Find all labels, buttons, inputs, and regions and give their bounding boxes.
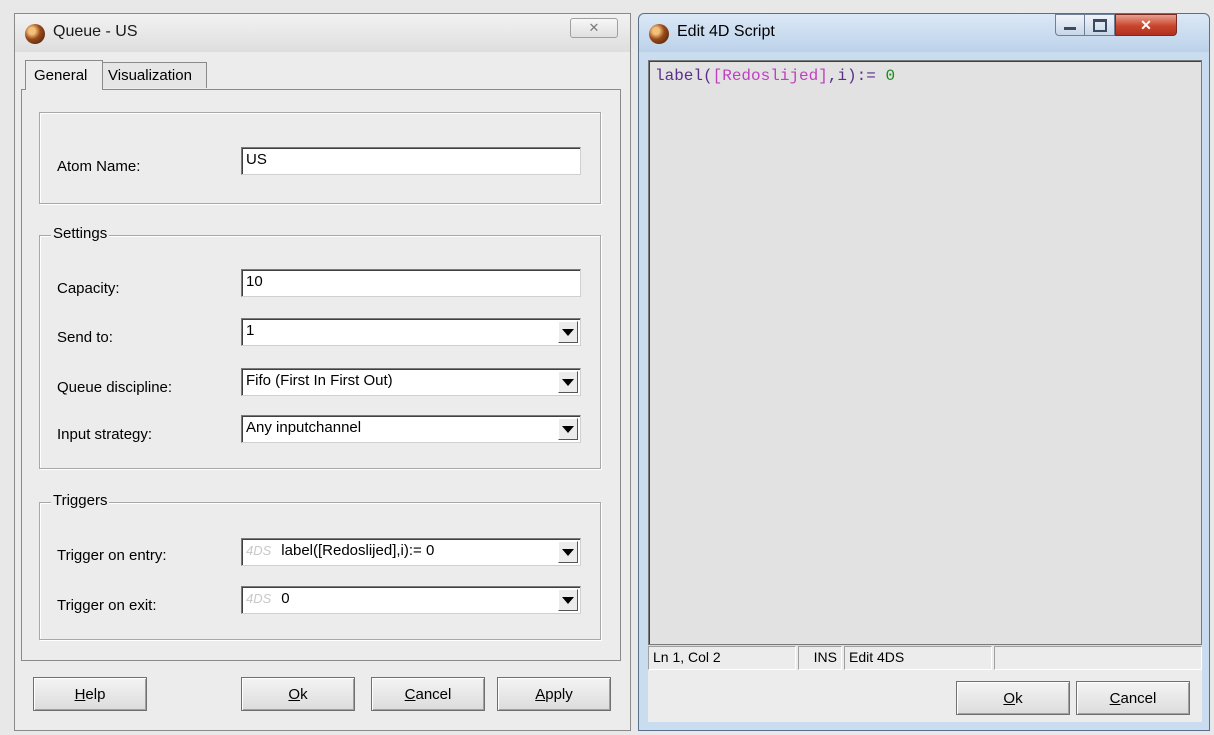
- apply-button-label: Apply: [535, 685, 573, 703]
- close-button[interactable]: ✕: [1115, 14, 1177, 36]
- status-extra: [994, 646, 1202, 670]
- status-bar: Ln 1, Col 2 INS Edit 4DS: [648, 646, 1202, 670]
- trigger-entry-label: Trigger on entry:: [57, 547, 167, 564]
- input-strategy-label: Input strategy:: [57, 426, 153, 443]
- tab-visualization-label: Visualization: [108, 67, 192, 84]
- input-strategy-value: Any inputchannel: [246, 419, 362, 436]
- settings-group-title: Settings: [51, 225, 110, 242]
- cancel-button-label: Cancel: [404, 685, 452, 703]
- queue-discipline-label: Queue discipline:: [57, 379, 173, 396]
- trigger-exit-value: 0: [281, 590, 290, 607]
- send-to-value: 1: [246, 322, 255, 339]
- script-editor[interactable]: label([Redoslijed],i):= 0: [648, 60, 1202, 645]
- queue-discipline-value: Fifo (First In First Out): [246, 372, 393, 389]
- ok-button-label: Ok: [288, 685, 308, 703]
- minimize-button[interactable]: [1055, 14, 1085, 36]
- script-window-title: Edit 4D Script: [677, 23, 775, 40]
- atom-name-label: Atom Name:: [57, 158, 141, 175]
- app-icon: [649, 24, 669, 44]
- maximize-button[interactable]: [1085, 14, 1115, 36]
- trigger-entry-select[interactable]: 4DS label([Redoslijed],i):= 0: [241, 538, 581, 566]
- script-ok-button-label: Ok: [1003, 689, 1023, 707]
- trigger-exit-label: Trigger on exit:: [57, 597, 157, 614]
- status-mode: INS: [798, 646, 842, 670]
- close-icon: ✕: [1140, 16, 1152, 33]
- chevron-down-icon[interactable]: [558, 589, 578, 611]
- apply-button[interactable]: Apply: [497, 677, 611, 711]
- close-icon: ✕: [588, 20, 600, 35]
- trigger-exit-select[interactable]: 4DS 0: [241, 586, 581, 614]
- ok-button[interactable]: Ok: [241, 677, 355, 711]
- tab-visualization[interactable]: Visualization: [103, 62, 207, 88]
- trigger-entry-value: label([Redoslijed],i):= 0: [281, 542, 435, 559]
- help-button-label: Help: [74, 685, 106, 703]
- script-ok-button[interactable]: Ok: [956, 681, 1070, 715]
- trigger-exit-4ds-tag: 4DS: [246, 591, 272, 606]
- triggers-group: [39, 502, 601, 640]
- queue-titlebar[interactable]: Queue - US ✕: [15, 14, 630, 52]
- close-button[interactable]: ✕: [570, 18, 618, 38]
- queue-window-title: Queue - US: [53, 23, 138, 40]
- send-to-label: Send to:: [57, 329, 113, 346]
- trigger-entry-4ds-tag: 4DS: [246, 543, 272, 558]
- cancel-button[interactable]: Cancel: [371, 677, 485, 711]
- capacity-input[interactable]: 10: [241, 269, 581, 297]
- maximize-icon: [1092, 18, 1107, 32]
- script-titlebar[interactable]: Edit 4D Script ✕: [639, 14, 1209, 52]
- code-function: label(: [655, 67, 713, 85]
- chevron-down-icon[interactable]: [558, 418, 578, 440]
- triggers-group-title: Triggers: [51, 492, 110, 509]
- code-line: label([Redoslijed],i):= 0: [655, 67, 895, 85]
- capacity-label: Capacity:: [57, 280, 120, 297]
- queue-discipline-select[interactable]: Fifo (First In First Out): [241, 368, 581, 396]
- send-to-select[interactable]: 1: [241, 318, 581, 346]
- input-strategy-select[interactable]: Any inputchannel: [241, 415, 581, 443]
- script-cancel-button-label: Cancel: [1109, 689, 1157, 707]
- app-icon: [25, 24, 45, 44]
- tab-general[interactable]: General: [25, 60, 103, 90]
- tab-general-label: General: [34, 67, 88, 84]
- queue-window: Queue - US ✕ General Visualization Atom …: [14, 13, 631, 731]
- chevron-down-icon[interactable]: [558, 321, 578, 343]
- code-rest: ,i):=: [827, 67, 886, 85]
- script-cancel-button[interactable]: Cancel: [1076, 681, 1190, 715]
- chevron-down-icon[interactable]: [558, 541, 578, 563]
- help-button[interactable]: Help: [33, 677, 147, 711]
- status-position: Ln 1, Col 2: [648, 646, 796, 670]
- chevron-down-icon[interactable]: [558, 371, 578, 393]
- status-editor: Edit 4DS: [844, 646, 992, 670]
- minimize-icon: [1064, 26, 1076, 30]
- code-reference: [Redoslijed]: [712, 67, 828, 85]
- script-window: Edit 4D Script ✕ label([Redoslijed],i):=…: [638, 13, 1210, 731]
- atom-name-input[interactable]: US: [241, 147, 581, 175]
- code-number: 0: [885, 67, 896, 85]
